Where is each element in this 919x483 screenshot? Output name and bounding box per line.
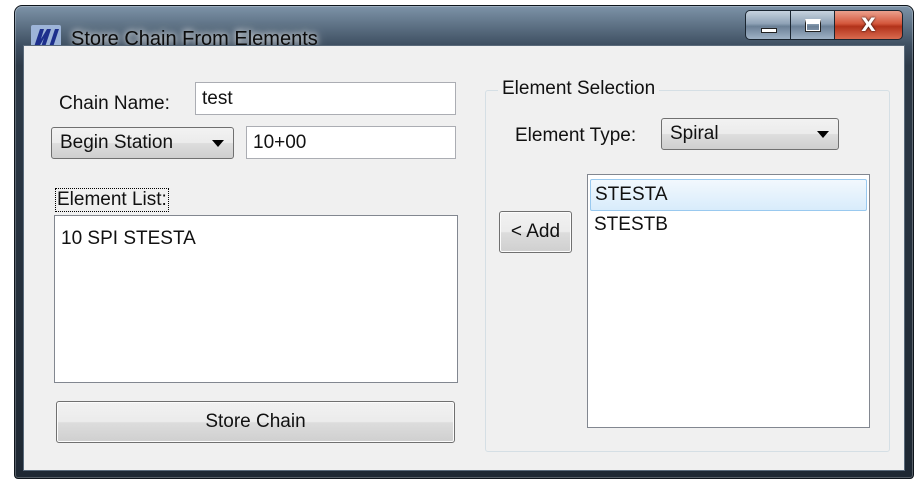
station-input[interactable]: 10+00 bbox=[246, 126, 456, 159]
element-list-label: Element List: bbox=[55, 188, 169, 212]
minimize-button[interactable] bbox=[745, 10, 791, 40]
element-selection-title: Element Selection bbox=[498, 78, 660, 100]
element-type-value: Spiral bbox=[670, 123, 719, 144]
caption-buttons: X bbox=[745, 10, 903, 42]
chevron-down-icon bbox=[817, 131, 829, 138]
add-button[interactable]: < Add bbox=[499, 211, 572, 253]
close-button[interactable]: X bbox=[835, 10, 903, 40]
dialog-window: Store Chain From Elements X Chain Name: … bbox=[14, 5, 914, 479]
minimize-icon bbox=[761, 28, 777, 33]
station-type-value: Begin Station bbox=[60, 132, 174, 153]
store-chain-button[interactable]: Store Chain bbox=[56, 401, 455, 443]
dialog-client-area: Chain Name: test Begin Station 10+00 Ele… bbox=[23, 45, 905, 471]
element-selection-list[interactable]: STESTA STESTB bbox=[587, 174, 870, 428]
chain-name-label: Chain Name: bbox=[59, 93, 170, 114]
element-type-label: Element Type: bbox=[515, 125, 637, 146]
element-type-combo[interactable]: Spiral bbox=[661, 118, 839, 150]
element-list[interactable]: 10 SPI STESTA bbox=[54, 215, 458, 383]
selection-list-item-selected[interactable]: STESTA bbox=[590, 179, 867, 211]
maximize-button[interactable] bbox=[791, 10, 835, 40]
maximize-icon bbox=[805, 19, 821, 32]
chain-name-input[interactable]: test bbox=[195, 82, 456, 115]
chevron-down-icon bbox=[212, 140, 224, 147]
selection-list-item[interactable]: STESTB bbox=[590, 210, 867, 242]
station-type-combo[interactable]: Begin Station bbox=[51, 127, 234, 159]
close-icon: X bbox=[861, 14, 876, 36]
element-list-item[interactable]: 10 SPI STESTA bbox=[57, 224, 455, 256]
